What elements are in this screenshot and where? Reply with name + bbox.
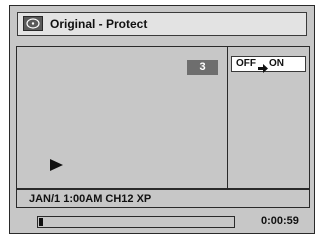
disc-icon — [23, 16, 43, 31]
dvd-menu-screen: Original - Protect 3 OFF ON JAN/1 1:00AM… — [9, 5, 315, 234]
elapsed-time: 0:00:59 — [261, 215, 299, 227]
playback-progress-bar — [37, 216, 235, 228]
playback-progress-fill — [39, 218, 43, 226]
menu-title: Original - Protect — [50, 17, 148, 31]
play-icon — [50, 158, 63, 176]
setting-from-value: OFF — [236, 58, 256, 69]
recording-info-text: JAN/1 1:00AM CH12 XP — [29, 193, 152, 205]
right-arrow-icon — [258, 60, 268, 78]
protect-setting-option[interactable]: OFF ON — [231, 56, 306, 73]
chapter-number-badge: 3 — [187, 60, 218, 75]
setting-to-value: ON — [269, 58, 284, 69]
title-bar: Original - Protect — [17, 12, 307, 36]
